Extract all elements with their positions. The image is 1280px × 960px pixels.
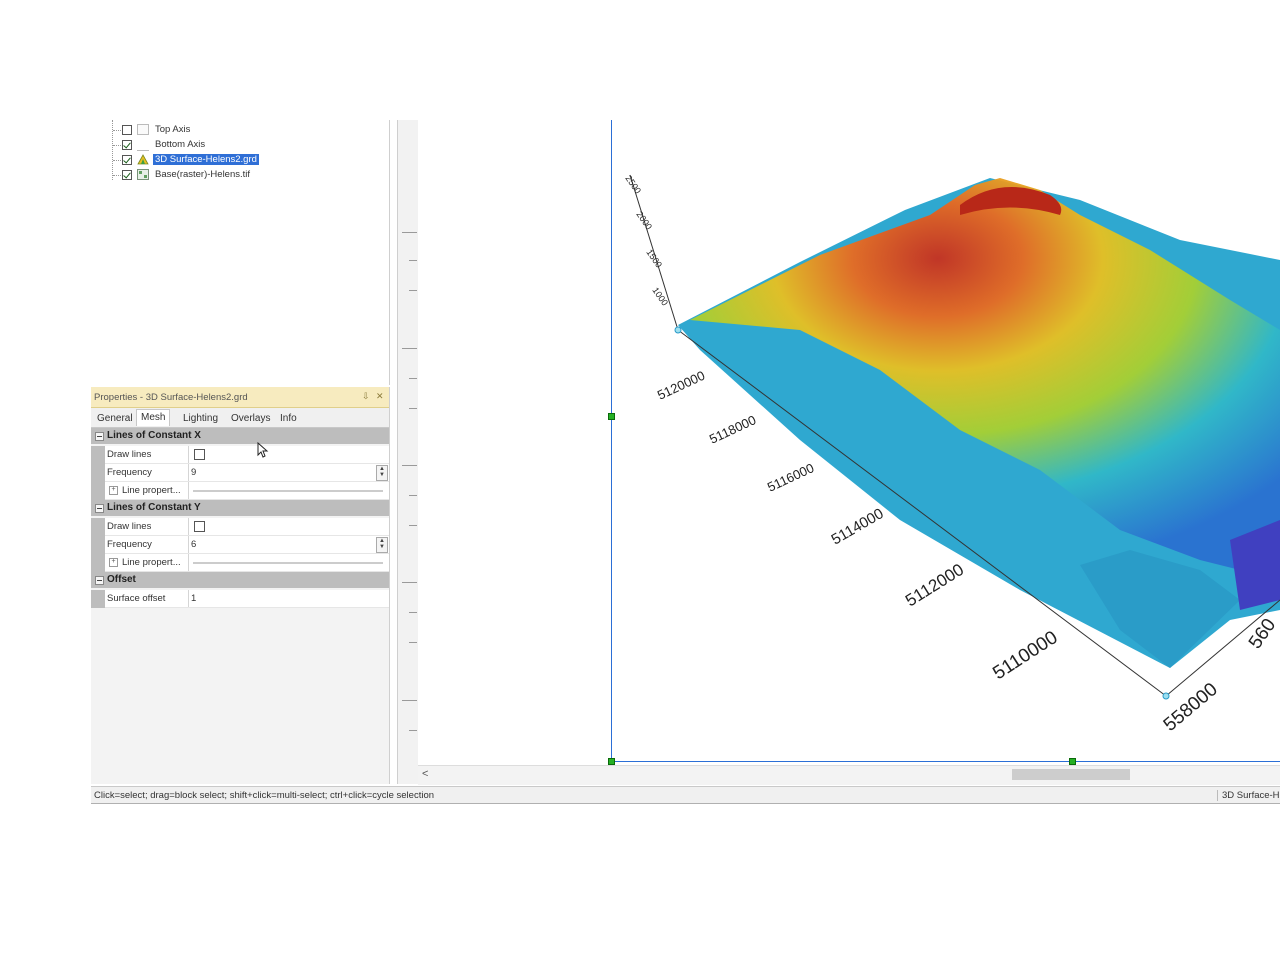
resize-handle[interactable] bbox=[608, 413, 615, 420]
selection-frame-bottom bbox=[611, 761, 1280, 762]
status-selection: 3D Surface-H bbox=[1217, 790, 1280, 801]
z-tick-label: 2500 bbox=[623, 173, 643, 195]
x-tick-label: 560 bbox=[1245, 615, 1280, 653]
y-tick-label: 5120000 bbox=[655, 368, 707, 403]
y-tick-label: 5110000 bbox=[989, 627, 1061, 684]
resize-handle[interactable] bbox=[608, 758, 615, 765]
z-tick-label: 1000 bbox=[650, 285, 670, 307]
scroll-thumb[interactable] bbox=[1012, 769, 1130, 780]
axis-corner-handle[interactable] bbox=[674, 326, 682, 334]
x-tick-label: 558000 bbox=[1160, 679, 1222, 736]
z-tick-label: 1500 bbox=[644, 247, 664, 269]
horizontal-scrollbar[interactable]: < bbox=[418, 765, 1280, 785]
selection-frame-left bbox=[611, 120, 612, 762]
y-tick-label: 5118000 bbox=[707, 412, 758, 447]
resize-handle[interactable] bbox=[1069, 758, 1076, 765]
y-tick-label: 5114000 bbox=[829, 505, 887, 548]
status-bar: Click=select; drag=block select; shift+c… bbox=[91, 786, 1280, 804]
axis-corner-handle[interactable] bbox=[1162, 692, 1170, 700]
scroll-left-icon[interactable]: < bbox=[422, 768, 428, 780]
3d-surface-view[interactable]: 2500 2000 1500 1000 5120000 5118000 5116… bbox=[0, 0, 1280, 960]
y-tick-label: 5112000 bbox=[902, 560, 967, 611]
status-hint: Click=select; drag=block select; shift+c… bbox=[94, 790, 435, 801]
z-tick-label: 2000 bbox=[634, 209, 654, 231]
y-tick-label: 5116000 bbox=[765, 460, 816, 495]
